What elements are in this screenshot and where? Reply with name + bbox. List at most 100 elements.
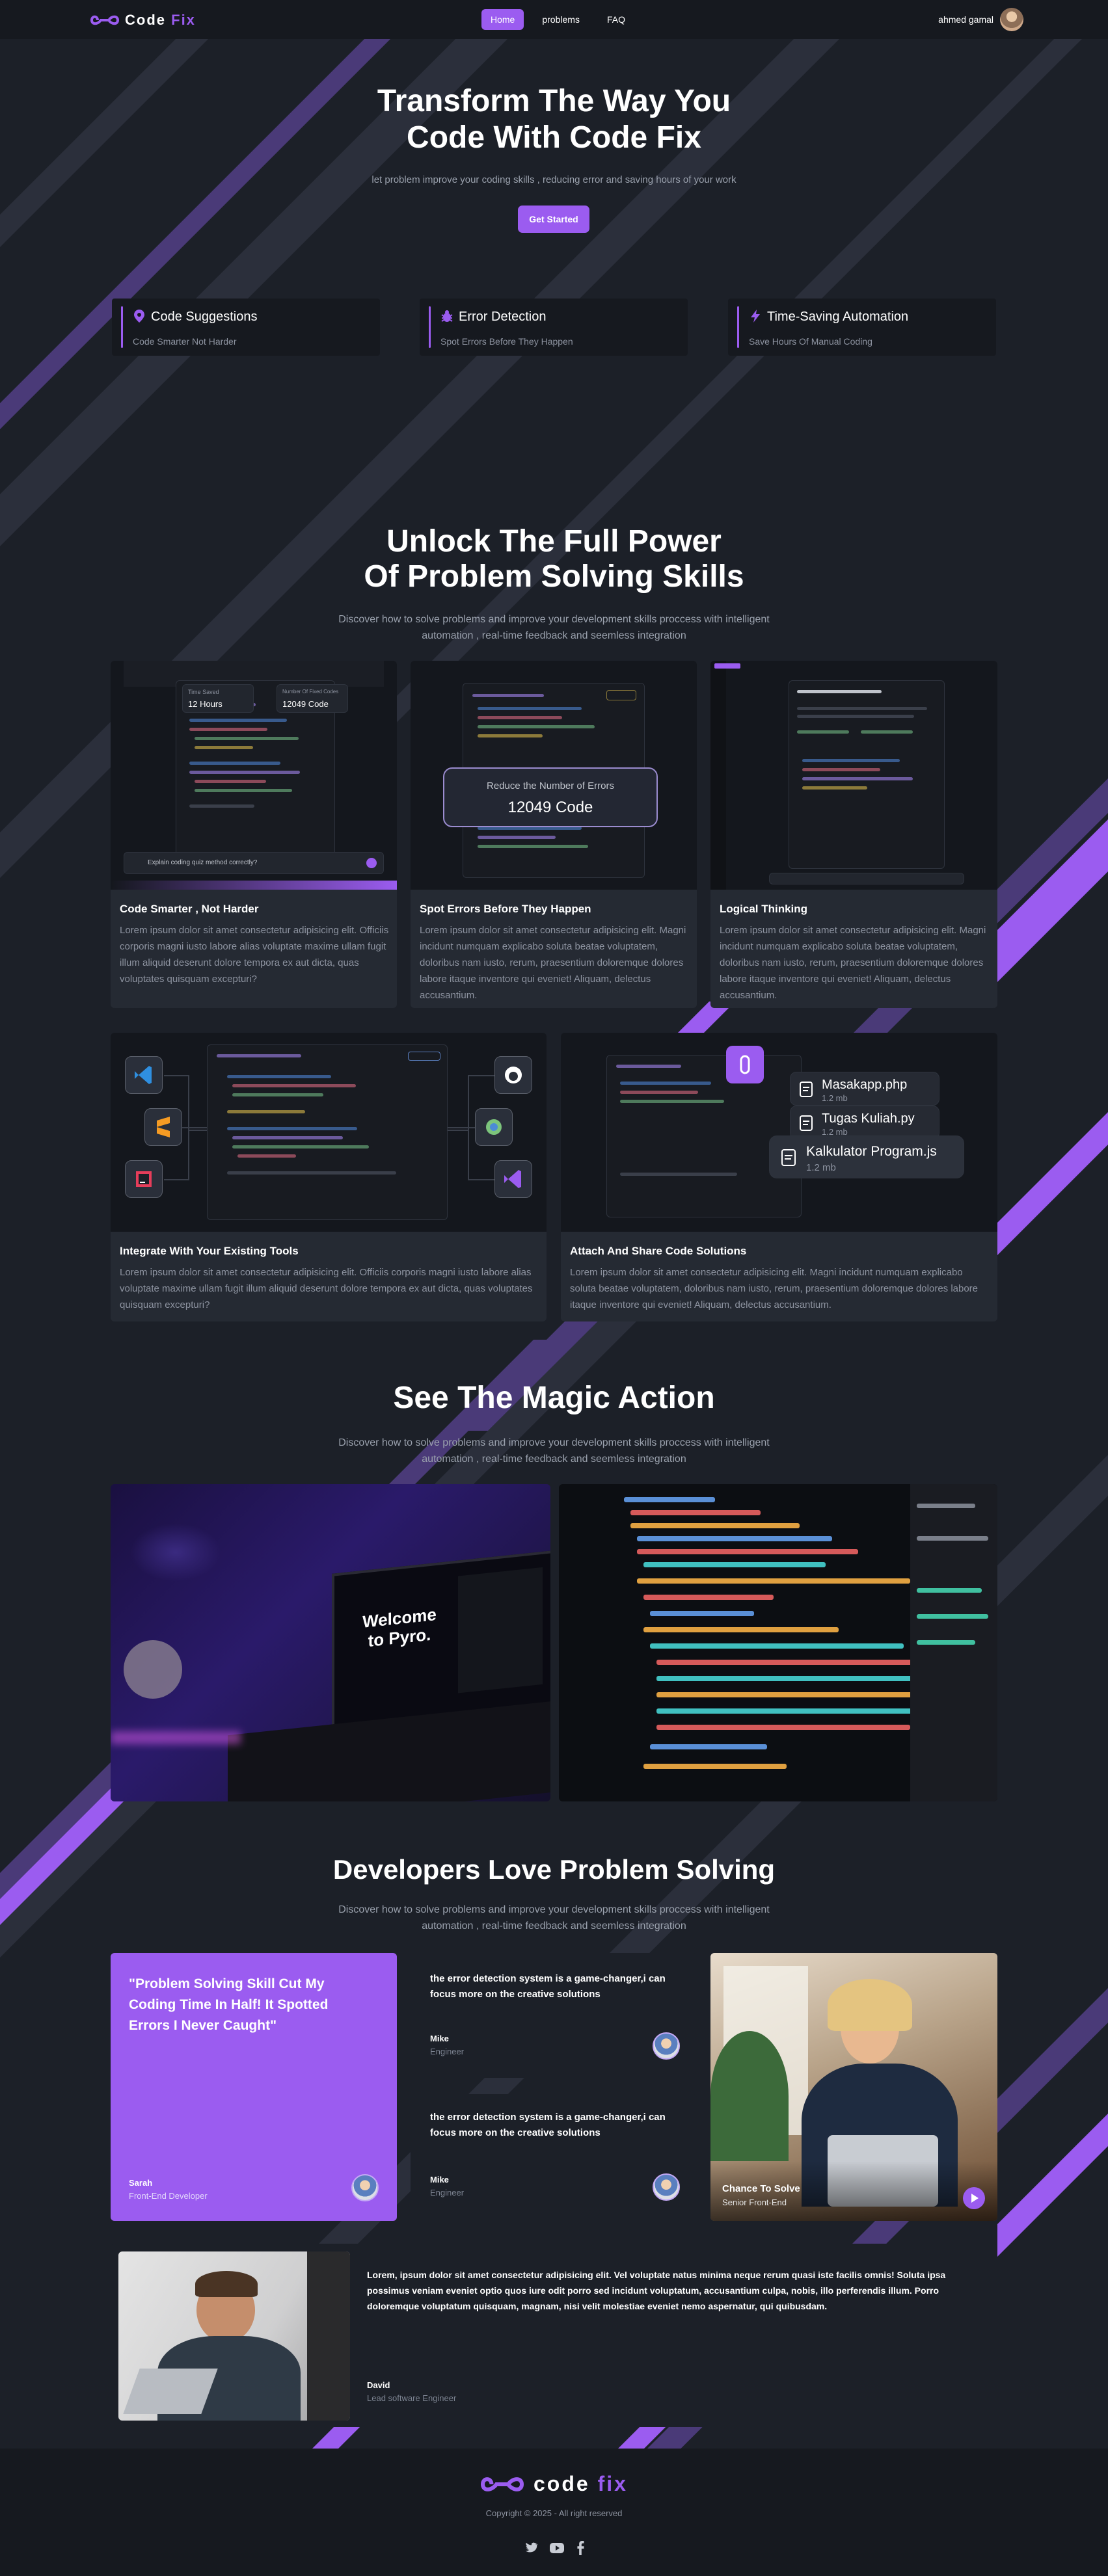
twitter-icon[interactable] <box>524 2541 539 2555</box>
file-item[interactable]: Tugas Kuliah.py 1.2 mb <box>790 1106 939 1139</box>
file-name: Tugas Kuliah.py <box>822 1111 915 1126</box>
testimonial-role: Senior Front-End <box>722 2198 787 2207</box>
love-subtitle-line2: automation , real-time feedback and seem… <box>422 1920 686 1932</box>
testimonial-quote: the error detection system is a game-cha… <box>430 1973 666 2000</box>
testimonial-quote: Lorem, ipsum dolor sit amet consectetur … <box>367 2270 946 2311</box>
user-avatar[interactable] <box>1000 8 1023 31</box>
file-name: Masakapp.php <box>822 1078 908 1092</box>
testimonial-photo: Chance To Solve Senior Front-End <box>710 1953 997 2221</box>
magic-subtitle: Discover how to solve problems and impro… <box>0 1435 1108 1467</box>
top-navbar: Code Fix Home problems FAQ ahmed gamal <box>0 0 1108 39</box>
card-image <box>111 1033 547 1232</box>
card-title: Integrate With Your Existing Tools <box>120 1245 299 1257</box>
card-code-smarter: Time Saved 12 Hours Number Of Fixed Code… <box>111 661 397 1008</box>
testimonial-role: Engineer <box>430 2188 465 2198</box>
logo-word-code: Code <box>125 12 166 28</box>
footer: code fix Copyright © 2025 - All right re… <box>0 2449 1108 2576</box>
infinity-logo-icon <box>480 2476 524 2491</box>
copyright: Copyright © 2025 - All right reserved <box>485 2508 623 2518</box>
testimonial-small: the error detection system is a game-cha… <box>411 2094 697 2219</box>
card-image: Time Saved 12 Hours Number Of Fixed Code… <box>111 661 397 890</box>
card-title: Logical Thinking <box>720 903 808 915</box>
card-image <box>710 661 997 890</box>
avatar <box>351 2174 379 2201</box>
file-icon <box>781 1149 796 1166</box>
get-started-button[interactable]: Get Started <box>518 206 589 233</box>
hero-title-line1: Transform The Way You <box>377 84 731 118</box>
logo-word-fix: Fix <box>171 12 196 28</box>
file-item[interactable]: Masakapp.php 1.2 mb <box>790 1072 939 1106</box>
david-photo <box>118 2251 350 2421</box>
card-description: Lorem ipsum dolor sit amet consectetur a… <box>120 925 389 985</box>
card-spot-errors: Reduce the Number of Errors 12049 Code S… <box>411 661 697 1008</box>
footer-logo-code: code <box>534 2472 590 2495</box>
testimonial-role: Lead software Engineer <box>367 2393 457 2403</box>
file-size: 1.2 mb <box>822 1093 848 1103</box>
paperclip-icon[interactable] <box>726 1046 764 1083</box>
social-links <box>524 2541 586 2555</box>
file-icon <box>800 1082 813 1097</box>
laptop-photo: Welcome to Pyro. <box>111 1484 550 1801</box>
avatar <box>653 2032 680 2060</box>
hero-title-line2: Code With Code Fix <box>407 120 701 155</box>
testimonial-role: Engineer <box>430 2047 465 2056</box>
nav-home[interactable]: Home <box>481 9 524 30</box>
nav-faq[interactable]: FAQ <box>598 9 634 30</box>
user-name: ahmed gamal <box>938 14 993 25</box>
feature-code-suggestions: Code Suggestions Code Smarter Not Harder <box>112 299 380 356</box>
testimonial-wide: Lorem, ipsum dolor sit amet consectetur … <box>111 2244 997 2427</box>
jetbrains-icon <box>125 1160 163 1198</box>
github-icon <box>494 1056 532 1094</box>
testimonial-quote: the error detection system is a game-cha… <box>430 2112 666 2138</box>
hero-subtitle: let problem improve your coding skills ,… <box>372 174 736 185</box>
play-icon[interactable] <box>963 2187 985 2209</box>
power-title: Unlock The Full Power Of Problem Solving… <box>0 524 1108 594</box>
card-description: Lorem ipsum dolor sit amet consectetur a… <box>120 1267 533 1310</box>
magic-subtitle-line2: automation , real-time feedback and seem… <box>422 1454 686 1465</box>
feature-subtitle: Save Hours Of Manual Coding <box>749 336 872 347</box>
time-saved-label: Time Saved <box>188 689 219 695</box>
love-title: Developers Love Problem Solving <box>332 1854 776 1885</box>
pin-icon <box>134 310 144 323</box>
card-description: Lorem ipsum dolor sit amet consectetur a… <box>420 925 686 1001</box>
user-menu[interactable]: ahmed gamal <box>938 8 1023 31</box>
fixed-codes-value: 12049 Code <box>282 699 329 709</box>
testimonial-small: the error detection system is a game-cha… <box>411 1953 697 2078</box>
fixed-codes-label: Number Of Fixed Codes <box>282 689 339 695</box>
card-title: Spot Errors Before They Happen <box>420 903 591 915</box>
file-item[interactable]: Kalkulator Program.js 1.2 mb <box>769 1135 964 1178</box>
file-icon <box>800 1115 813 1131</box>
nav-links: Home problems FAQ <box>481 9 634 30</box>
testimonial-quote: "Problem Solving Skill Cut My Coding Tim… <box>129 1976 329 2033</box>
testimonial-name: Mike <box>430 2034 449 2043</box>
nav-problems[interactable]: problems <box>533 9 589 30</box>
footer-logo[interactable]: code fix <box>479 2472 628 2496</box>
card-description: Lorem ipsum dolor sit amet consectetur a… <box>570 1267 979 1310</box>
testimonial-name: Mike <box>430 2175 449 2184</box>
testimonial-name: Chance To Solve <box>722 2183 800 2194</box>
testimonial-name: Sarah <box>129 2178 153 2188</box>
file-name: Kalkulator Program.js <box>806 1144 937 1159</box>
bug-icon <box>441 310 453 322</box>
feature-title: Error Detection <box>459 310 547 324</box>
avatar <box>653 2173 680 2201</box>
youtube-icon[interactable] <box>549 2541 565 2555</box>
magic-subtitle-line1: Discover how to solve problems and impro… <box>338 1437 770 1448</box>
card-logical-thinking: Logical Thinking Lorem ipsum dolor sit a… <box>710 661 997 1008</box>
power-title-line1: Unlock The Full Power <box>386 524 722 559</box>
power-title-line2: Of Problem Solving Skills <box>364 559 744 594</box>
facebook-icon[interactable] <box>575 2541 586 2555</box>
love-subtitle-line1: Discover how to solve problems and impro… <box>338 1904 770 1915</box>
prompt-text: Explain coding quiz method correctly? <box>148 859 258 866</box>
testimonial-role: Front-End Developer <box>129 2191 208 2201</box>
infinity-logo-icon <box>90 15 120 25</box>
card-attach: Masakapp.php 1.2 mb Tugas Kuliah.py 1.2 … <box>561 1033 997 1321</box>
feature-automation: Time-Saving Automation Save Hours Of Man… <box>728 299 996 356</box>
logo[interactable]: Code Fix <box>90 12 196 29</box>
power-subtitle-line1: Discover how to solve problems and impro… <box>338 614 770 625</box>
card-image: Reduce the Number of Errors 12049 Code <box>411 661 697 890</box>
testimonial-name: David <box>367 2380 390 2390</box>
card-title: Code Smarter , Not Harder <box>120 903 259 915</box>
code-photo <box>559 1484 997 1801</box>
feature-title: Time-Saving Automation <box>767 310 909 324</box>
